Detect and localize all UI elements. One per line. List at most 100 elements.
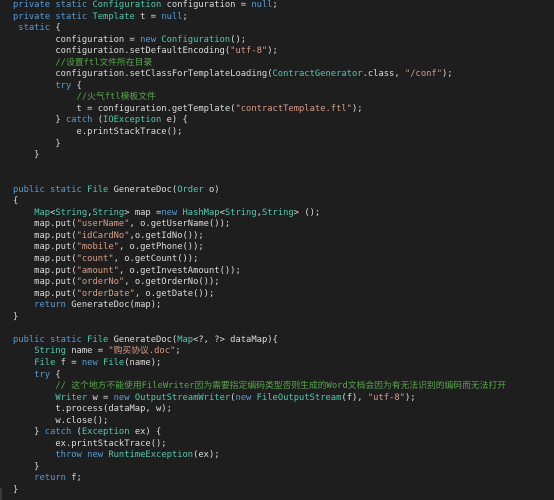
code-token: "idCardNo" <box>76 230 130 241</box>
code-line: } <box>0 462 554 474</box>
code-token: , o.getInvestAmount()); <box>118 265 241 276</box>
code-token: ); <box>267 46 278 57</box>
code-token: String <box>224 207 257 218</box>
code-line: private static Configuration configurati… <box>0 0 554 12</box>
code-token: Configuration <box>92 0 162 10</box>
code-token: <?, ?> dataMap){ <box>193 334 278 345</box>
code-token: } <box>13 427 45 438</box>
code-token: > (); <box>293 207 321 218</box>
code-token: > map = <box>124 207 162 218</box>
code-token: w = <box>87 392 114 403</box>
code-token: try <box>13 80 72 91</box>
code-token: Writer <box>55 392 88 403</box>
code-token: ; <box>175 346 181 357</box>
code-token: try <box>13 369 51 380</box>
code-token: configuration.setClassForTemplateLoading… <box>13 69 273 80</box>
code-token: ( <box>71 427 82 438</box>
code-token: Exception <box>81 427 130 438</box>
code-token: configuration = <box>13 34 141 45</box>
code-token: o) <box>203 184 220 195</box>
code-token: Map <box>177 334 194 345</box>
code-token: ; <box>272 0 278 10</box>
code-token: RuntimeException <box>108 450 194 461</box>
code-token: File <box>103 357 125 368</box>
code-token: .class, <box>362 69 405 80</box>
code-line: throw new RuntimeException(ex); <box>0 450 554 462</box>
code-line: File f = new File(name); <box>0 358 554 370</box>
code-token: ,o.getIdNo()); <box>129 230 204 241</box>
code-line: map.put("count", o.getCount()); <box>0 254 554 266</box>
code-line: t.process(dataMap, w); <box>0 404 554 416</box>
code-token: map.put( <box>13 265 77 276</box>
code-token: e) { <box>161 115 188 126</box>
code-token: new <box>140 34 162 45</box>
code-token: OutputStreamWriter <box>134 392 231 403</box>
code-token: , o.getCount()); <box>113 254 199 265</box>
code-token: // 这个地方不能使用FileWriter因为需要指定编码类型否则生成的Word… <box>13 381 507 392</box>
code-line: } <box>0 139 554 151</box>
code-token: new <box>113 392 135 403</box>
code-token: String <box>55 207 88 218</box>
code-line: //设置ftl文件所在目录 <box>0 58 554 70</box>
code-editor[interactable]: private static Configuration configurati… <box>0 0 554 500</box>
code-token: GenerateDoc( <box>108 334 178 345</box>
code-token: public static <box>13 184 88 195</box>
code-line: w.close(); <box>0 416 554 428</box>
code-token: Order <box>177 184 204 195</box>
code-token: "utf-8" <box>230 46 268 57</box>
code-token: (name); <box>124 357 162 368</box>
code-line: e.printStackTrace(); <box>0 127 554 139</box>
code-line: configuration.setDefaultEncoding("utf-8"… <box>0 46 554 58</box>
code-line: map.put("idCardNo",o.getIdNo()); <box>0 231 554 243</box>
code-token: , o.getPhone()); <box>118 242 204 253</box>
code-token: return <box>13 300 66 311</box>
code-token: String <box>261 207 294 218</box>
code-line: } <box>0 150 554 162</box>
code-token: "amount" <box>76 265 119 276</box>
code-line: // 这个地方不能使用FileWriter因为需要指定编码类型否则生成的Word… <box>0 381 554 393</box>
code-token: //火气ftl模板文件 <box>13 92 156 103</box>
code-line: } catch (Exception ex) { <box>0 427 554 439</box>
code-token: null <box>251 0 273 10</box>
code-token: public static <box>13 334 88 345</box>
code-token: (); <box>230 34 247 45</box>
code-token: } <box>13 150 40 161</box>
code-line: static { <box>0 23 554 35</box>
code-token: File <box>34 357 56 368</box>
code-line: { <box>0 196 554 208</box>
code-token: File <box>87 334 109 345</box>
code-token: "orderDate" <box>76 288 135 299</box>
code-token: private static <box>13 11 93 22</box>
code-token: new <box>161 207 183 218</box>
code-token: map.put( <box>13 242 77 253</box>
code-token: , o.getOrderNo()); <box>124 277 220 288</box>
code-area[interactable]: private static Configuration configurati… <box>0 0 554 497</box>
code-token: static <box>13 23 51 34</box>
code-line: public static File GenerateDoc(Order o) <box>0 185 554 197</box>
code-line: public static File GenerateDoc(Map<?, ?>… <box>0 335 554 347</box>
code-token: ; <box>182 11 188 22</box>
code-token: GenerateDoc(map); <box>65 300 162 311</box>
code-token: GenerateDoc( <box>108 184 178 195</box>
code-token: configuration = <box>161 0 252 10</box>
code-token: { <box>50 23 61 34</box>
code-line: private static Template t = null; <box>0 12 554 24</box>
code-token: } <box>13 484 19 495</box>
code-token: Template <box>92 11 135 22</box>
code-token: { <box>50 369 61 380</box>
code-token: map.put( <box>13 254 77 265</box>
code-token: w.close(); <box>13 415 109 426</box>
code-token: "orderNo" <box>76 277 125 288</box>
code-token: File <box>87 184 109 195</box>
code-token: Map <box>34 207 51 218</box>
code-token: "/conf" <box>404 69 443 80</box>
code-token: private static <box>13 0 93 10</box>
code-line: Map<String,String> map =new HashMap<Stri… <box>0 208 554 220</box>
code-token: new <box>235 392 257 403</box>
code-token: ex.printStackTrace(); <box>13 438 167 449</box>
